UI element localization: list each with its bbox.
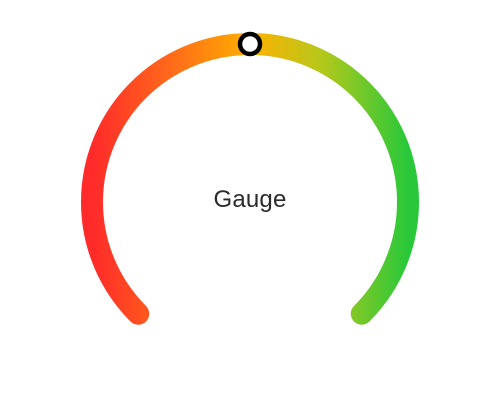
gauge-handle[interactable] (237, 31, 263, 57)
gauge-label: Gauge (213, 186, 287, 213)
gauge-widget[interactable]: Gauge (0, 0, 500, 400)
gauge-arc[interactable] (81, 33, 419, 325)
